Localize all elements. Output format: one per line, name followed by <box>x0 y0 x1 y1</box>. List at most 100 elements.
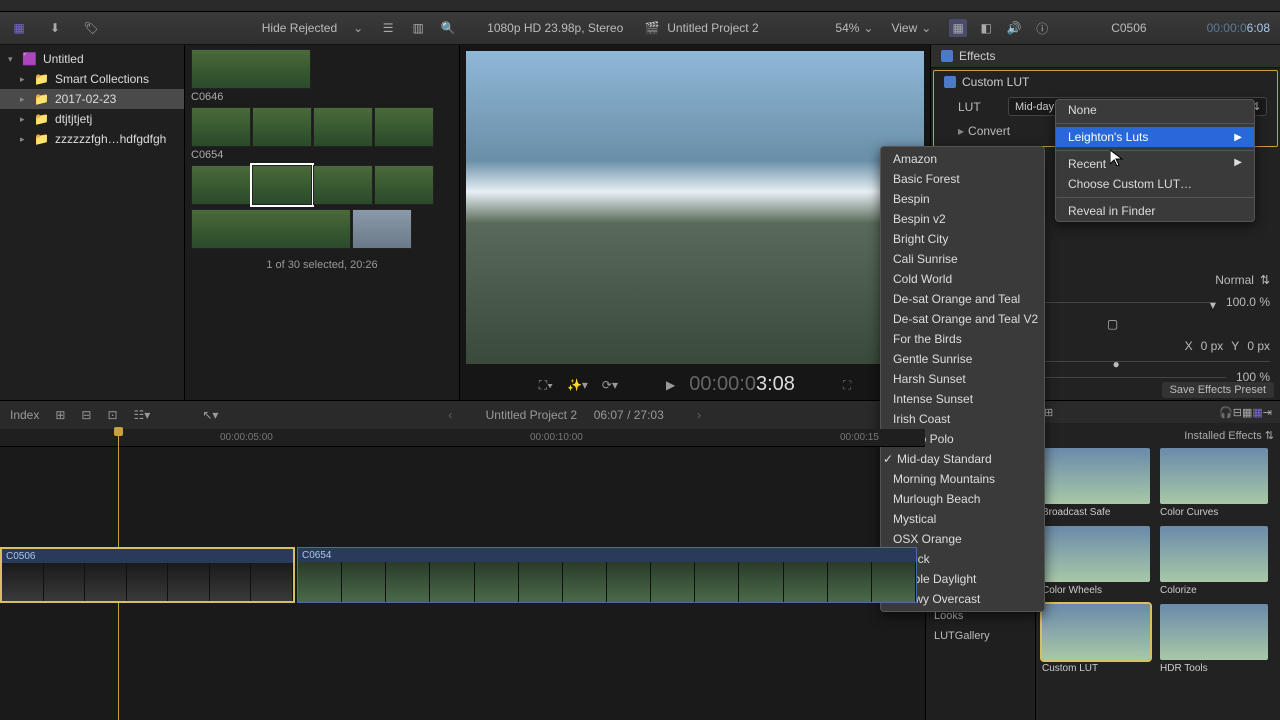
menu-item[interactable]: Harsh Sunset <box>881 369 1044 389</box>
category-item[interactable]: LUTGallery <box>926 626 1035 646</box>
info-tab-icon[interactable]: ⓘ <box>1033 19 1051 37</box>
tl-tool-icon[interactable]: ⊞ <box>55 408 65 422</box>
effect-item[interactable]: Custom LUT <box>1042 604 1150 674</box>
search-icon[interactable]: 🔍 <box>439 19 457 37</box>
menu-item[interactable]: Gentle Sunrise <box>881 349 1044 369</box>
tl-tool-icon[interactable]: ⊡ <box>107 408 117 422</box>
menu-item[interactable]: For the Birds <box>881 329 1044 349</box>
timeline-ruler[interactable]: 00:00:05:00 00:00:10:00 00:00:15 <box>0 429 925 447</box>
effect-item[interactable]: Color Curves <box>1160 448 1268 518</box>
tool-icon[interactable]: ⇥ <box>1263 406 1272 419</box>
format-label: 1080p HD 23.98p, Stereo <box>487 21 623 35</box>
effect-item[interactable]: Colorize <box>1160 526 1268 596</box>
main-toolbar: ▦ ⬇ 🏷 Hide Rejected ⌄ ☰ ▥ 🔍 1080p HD 23.… <box>0 12 1280 45</box>
tool-icon[interactable]: ▦ <box>1252 406 1262 419</box>
fullscreen-icon[interactable]: ⛶ <box>843 378 851 393</box>
zoom-level[interactable]: 54% <box>835 21 859 35</box>
clip-thumb[interactable] <box>374 165 434 205</box>
menu-item[interactable]: Intense Sunset <box>881 389 1044 409</box>
sidebar-item[interactable]: ▾🟪Untitled <box>0 49 184 69</box>
clip-thumb[interactable] <box>313 165 373 205</box>
clip-thumb[interactable] <box>374 107 434 147</box>
crop-icon[interactable]: ▢ <box>1107 317 1118 331</box>
menu-item[interactable]: Bespin <box>881 189 1044 209</box>
effect-item[interactable]: Color Wheels <box>1042 526 1150 596</box>
library-icon[interactable]: ▦ <box>10 19 28 37</box>
play-button[interactable]: ▶ <box>666 378 675 392</box>
sidebar-item[interactable]: ▸📁dtjtjtjetj <box>0 109 184 129</box>
menu-item[interactable]: Leighton's Luts▶ <box>1056 127 1254 147</box>
color-tab-icon[interactable]: ◧ <box>977 19 995 37</box>
clip-thumb[interactable] <box>252 165 312 205</box>
enhance-icon[interactable]: ✨▾ <box>567 378 588 392</box>
effect-item[interactable]: Broadcast Safe <box>1042 448 1150 518</box>
sidebar-item[interactable]: ▸📁2017-02-23 <box>0 89 184 109</box>
clip-thumb[interactable] <box>313 107 373 147</box>
clip-thumb[interactable] <box>191 209 351 249</box>
view-menu[interactable]: View <box>891 21 917 35</box>
lut-menu-popup: None Leighton's Luts▶ Recent▶ Choose Cus… <box>1055 99 1255 222</box>
clip-thumb[interactable] <box>191 107 251 147</box>
checkbox-icon[interactable] <box>941 50 953 62</box>
timeline-title: Untitled Project 2 <box>486 408 577 422</box>
menu-item[interactable]: Choose Custom LUT… <box>1056 174 1254 194</box>
next-button[interactable]: › <box>697 408 701 422</box>
menu-item[interactable]: De-sat Orange and Teal V2 <box>881 309 1044 329</box>
index-button[interactable]: Index <box>10 408 39 422</box>
tool-icon[interactable]: ▦ <box>1242 406 1252 419</box>
installed-dropdown[interactable]: Installed Effects ⇅ <box>1042 429 1274 442</box>
clip-appearance-icon[interactable]: ☰ <box>379 19 397 37</box>
viewer-canvas <box>466 51 924 364</box>
tl-tool-icon[interactable]: ☷▾ <box>134 408 151 422</box>
tool-icon[interactable]: ⊟ <box>1233 406 1242 419</box>
transform-icon[interactable]: ⛶▾ <box>539 378 553 393</box>
chevron-down-icon[interactable]: ⌄ <box>859 19 877 37</box>
clip-thumb[interactable] <box>252 107 312 147</box>
viewer-timecode: 00:00:03:08 <box>689 373 795 397</box>
prev-button[interactable]: ‹ <box>448 408 452 422</box>
timeline-position: 06:07 / 27:03 <box>594 408 664 422</box>
clip-label: C0654 <box>191 149 453 161</box>
hide-rejected-button[interactable]: Hide Rejected <box>262 21 337 35</box>
menu-item[interactable]: Recent▶ <box>1056 154 1254 174</box>
menu-item[interactable]: De-sat Orange and Teal <box>881 289 1044 309</box>
video-tab-icon[interactable]: ▦ <box>949 19 967 37</box>
library-sidebar: ▾🟪Untitled ▸📁Smart Collections ▸📁2017-02… <box>0 45 185 400</box>
timeline-clip[interactable]: C0654 <box>297 547 917 603</box>
clip-browser: C0646 C0654 1 of 30 selected, 20:26 <box>185 45 460 400</box>
menu-item[interactable]: Bright City <box>881 229 1044 249</box>
inspector-clip-name: C0506 <box>1111 21 1146 35</box>
menu-item[interactable]: Amazon <box>881 149 1044 169</box>
menu-item[interactable]: Basic Forest <box>881 169 1044 189</box>
filmstrip-icon[interactable]: ▥ <box>409 19 427 37</box>
menu-item[interactable]: None <box>1056 100 1254 120</box>
retime-icon[interactable]: ⟳▾ <box>602 378 618 392</box>
clip-thumb[interactable] <box>191 165 251 205</box>
menu-item[interactable]: Irish Coast <box>881 409 1044 429</box>
keyword-icon[interactable]: 🏷 <box>82 19 100 37</box>
timeline-clip[interactable]: C0506 <box>0 547 295 603</box>
tl-tool-icon[interactable]: ⊟ <box>81 408 91 422</box>
sidebar-item[interactable]: ▸📁zzzzzzfgh…hdfgdfgh <box>0 129 184 149</box>
clip-thumb[interactable] <box>352 209 412 249</box>
clip-thumb[interactable] <box>191 49 311 89</box>
audio-tab-icon[interactable]: 🔊 <box>1005 19 1023 37</box>
tool-icon[interactable]: ⊞ <box>1044 406 1053 419</box>
browser-status: 1 of 30 selected, 20:26 <box>191 259 453 271</box>
viewer: ⛶▾ ✨▾ ⟳▾ ▶ 00:00:03:08 ⛶ <box>460 45 930 400</box>
menu-item[interactable]: Cali Sunrise <box>881 249 1044 269</box>
chevron-down-icon[interactable]: ⌄ <box>917 19 935 37</box>
import-icon[interactable]: ⬇ <box>46 19 64 37</box>
effect-item[interactable]: HDR Tools <box>1160 604 1268 674</box>
menu-item[interactable]: Bespin v2 <box>881 209 1044 229</box>
menu-item[interactable]: Cold World <box>881 269 1044 289</box>
clapperboard-icon: 🎬 <box>643 19 661 37</box>
sidebar-item[interactable]: ▸📁Smart Collections <box>0 69 184 89</box>
tool-icon[interactable]: 🎧 <box>1219 406 1233 419</box>
save-preset-button[interactable]: Save Effects Preset <box>1162 382 1274 398</box>
select-tool-icon[interactable]: ↖▾ <box>202 408 218 422</box>
checkbox-icon[interactable] <box>944 76 956 88</box>
chevron-down-icon[interactable]: ⌄ <box>349 19 367 37</box>
clip-label: C0646 <box>191 91 453 103</box>
menu-item[interactable]: Reveal in Finder <box>1056 201 1254 221</box>
